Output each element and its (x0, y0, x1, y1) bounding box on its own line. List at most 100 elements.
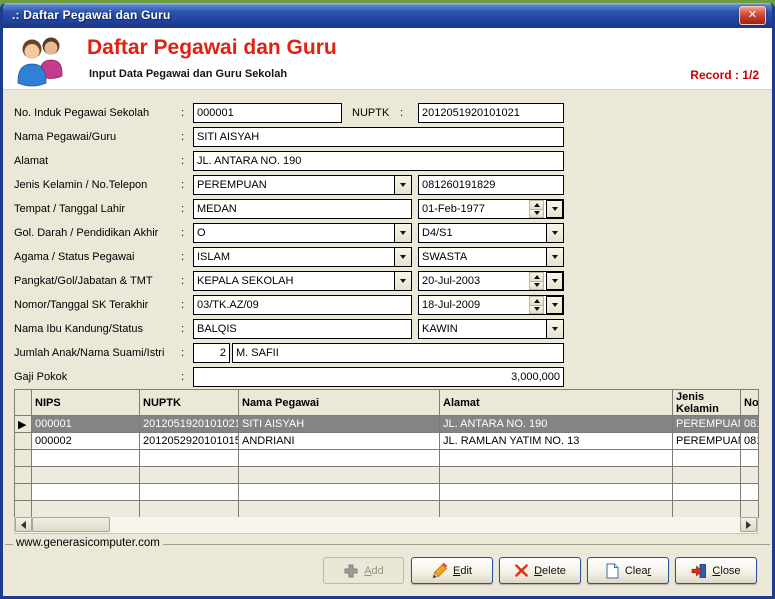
dropdown-button[interactable] (546, 248, 563, 266)
spin-up-button[interactable] (529, 296, 544, 306)
clear-page-icon (605, 563, 620, 579)
cell-jenis-kelamin[interactable]: PEREMPUAN (673, 433, 741, 450)
chevron-down-icon (534, 283, 540, 287)
dropdown-button[interactable] (394, 224, 411, 242)
tmt-picker[interactable]: 20-Jul-2003 (418, 271, 564, 291)
status-kawin-select[interactable]: KAWIN (418, 319, 564, 339)
cell-nama[interactable]: ANDRIANI (239, 433, 440, 450)
dropdown-button[interactable] (546, 200, 563, 218)
nama-input[interactable] (193, 127, 564, 147)
gol-darah-select[interactable]: O (193, 223, 412, 243)
edit-button[interactable]: Edit (411, 557, 493, 584)
form-row-alamat: Alamat : (3, 151, 772, 171)
ibu-input[interactable] (193, 319, 412, 339)
tempat-lahir-input[interactable] (193, 199, 412, 219)
agama-select[interactable]: ISLAM (193, 247, 412, 267)
cell-nama[interactable]: SITI AISYAH (239, 416, 440, 433)
people-icon (15, 33, 71, 87)
nomor-sk-input[interactable] (193, 295, 412, 315)
website-label: www.generasicomputer.com (13, 537, 163, 549)
scrollbar-thumb[interactable] (32, 517, 110, 532)
empty-cell (741, 484, 759, 501)
empty-cell (140, 467, 239, 484)
row-marker-icon: ▶ (18, 419, 26, 431)
chevron-up-icon (534, 299, 540, 303)
row-selector-cell (15, 484, 32, 501)
chevron-down-icon (552, 327, 558, 331)
dropdown-button[interactable] (394, 176, 411, 194)
chevron-down-icon (552, 279, 558, 283)
arrow-right-icon (746, 521, 751, 529)
spin-down-button[interactable] (529, 282, 544, 291)
cell-alamat[interactable]: JL. ANTARA NO. 190 (440, 416, 673, 433)
status-pegawai-select[interactable]: SWASTA (418, 247, 564, 267)
nama-label: Nama Pegawai/Guru (14, 131, 116, 143)
cell-no[interactable]: 081 (741, 433, 759, 450)
nip-input[interactable] (193, 103, 342, 123)
pendidikan-select[interactable]: D4/S1 (418, 223, 564, 243)
empty-table-row (15, 467, 759, 484)
add-icon (343, 563, 359, 579)
footer-groupbox: www.generasicomputer.com (5, 544, 770, 545)
dropdown-button[interactable] (546, 224, 563, 242)
form-row-goldarah: Gol. Darah / Pendidikan Akhir : O D4/S1 (3, 223, 772, 243)
colon-separator: : (181, 203, 184, 215)
nuptk-input[interactable] (418, 103, 564, 123)
chevron-down-icon (400, 279, 406, 283)
cell-no[interactable]: 081 (741, 416, 759, 433)
colon-separator: : (181, 131, 184, 143)
close-button[interactable]: ✕ (739, 6, 766, 25)
delete-x-icon (514, 563, 529, 578)
clear-button[interactable]: Clear (587, 557, 669, 584)
row-selector-cell[interactable] (15, 433, 32, 450)
close-window-button[interactable]: Close (675, 557, 757, 584)
empty-cell (741, 450, 759, 467)
colon-separator: : (181, 371, 184, 383)
chevron-down-icon (400, 255, 406, 259)
empty-table-row (15, 450, 759, 467)
jumlah-anak-input[interactable] (193, 343, 230, 363)
alamat-input[interactable] (193, 151, 564, 171)
column-header-nama: Nama Pegawai (239, 390, 440, 416)
dropdown-button[interactable] (394, 248, 411, 266)
scroll-right-button[interactable] (740, 517, 757, 532)
spin-down-button[interactable] (529, 306, 544, 315)
delete-button[interactable]: Delete (499, 557, 581, 584)
tanggal-sk-picker[interactable]: 18-Jul-2009 (418, 295, 564, 315)
add-button[interactable]: Add (323, 557, 404, 584)
gaji-input[interactable] (193, 367, 564, 387)
row-selector-cell[interactable]: ▶ (15, 416, 32, 433)
spin-up-button[interactable] (529, 200, 544, 210)
jenis-kelamin-select[interactable]: PEREMPUAN (193, 175, 412, 195)
dropdown-button[interactable] (546, 296, 563, 314)
dropdown-button[interactable] (394, 272, 411, 290)
dropdown-button[interactable] (546, 320, 563, 338)
cell-nuptk[interactable]: 2012051920101021 (140, 416, 239, 433)
empty-table-row (15, 484, 759, 501)
scroll-left-button[interactable] (15, 517, 32, 532)
row-selector-cell (15, 501, 32, 518)
goldarah-label: Gol. Darah / Pendidikan Akhir (14, 227, 158, 239)
empty-cell (673, 501, 741, 518)
table-horizontal-scrollbar[interactable] (14, 517, 758, 534)
title-bar[interactable]: .: Daftar Pegawai dan Guru ✕ (3, 3, 772, 28)
cell-jenis-kelamin[interactable]: PEREMPUAN (673, 416, 741, 433)
empty-cell (140, 450, 239, 467)
column-header-alamat: Alamat (440, 390, 673, 416)
spin-up-button[interactable] (529, 272, 544, 282)
cell-nips[interactable]: 000002 (32, 433, 140, 450)
colon-separator: : (181, 155, 184, 167)
form-row-gaji: Gaji Pokok : (3, 367, 772, 387)
nama-pasangan-input[interactable] (232, 343, 564, 363)
cell-nuptk[interactable]: 2012052920101015 (140, 433, 239, 450)
pangkat-select[interactable]: KEPALA SEKOLAH (193, 271, 412, 291)
cell-alamat[interactable]: JL. RAMLAN YATIM NO. 13 (440, 433, 673, 450)
telepon-input[interactable] (418, 175, 564, 195)
tanggal-lahir-picker[interactable]: 01-Feb-1977 (418, 199, 564, 219)
record-counter: Record : 1/2 (690, 68, 759, 82)
nip-label: No. Induk Pegawai Sekolah (14, 107, 149, 119)
cell-nips[interactable]: 000001 (32, 416, 140, 433)
colon-separator: : (400, 107, 403, 119)
spin-down-button[interactable] (529, 210, 544, 219)
dropdown-button[interactable] (546, 272, 563, 290)
